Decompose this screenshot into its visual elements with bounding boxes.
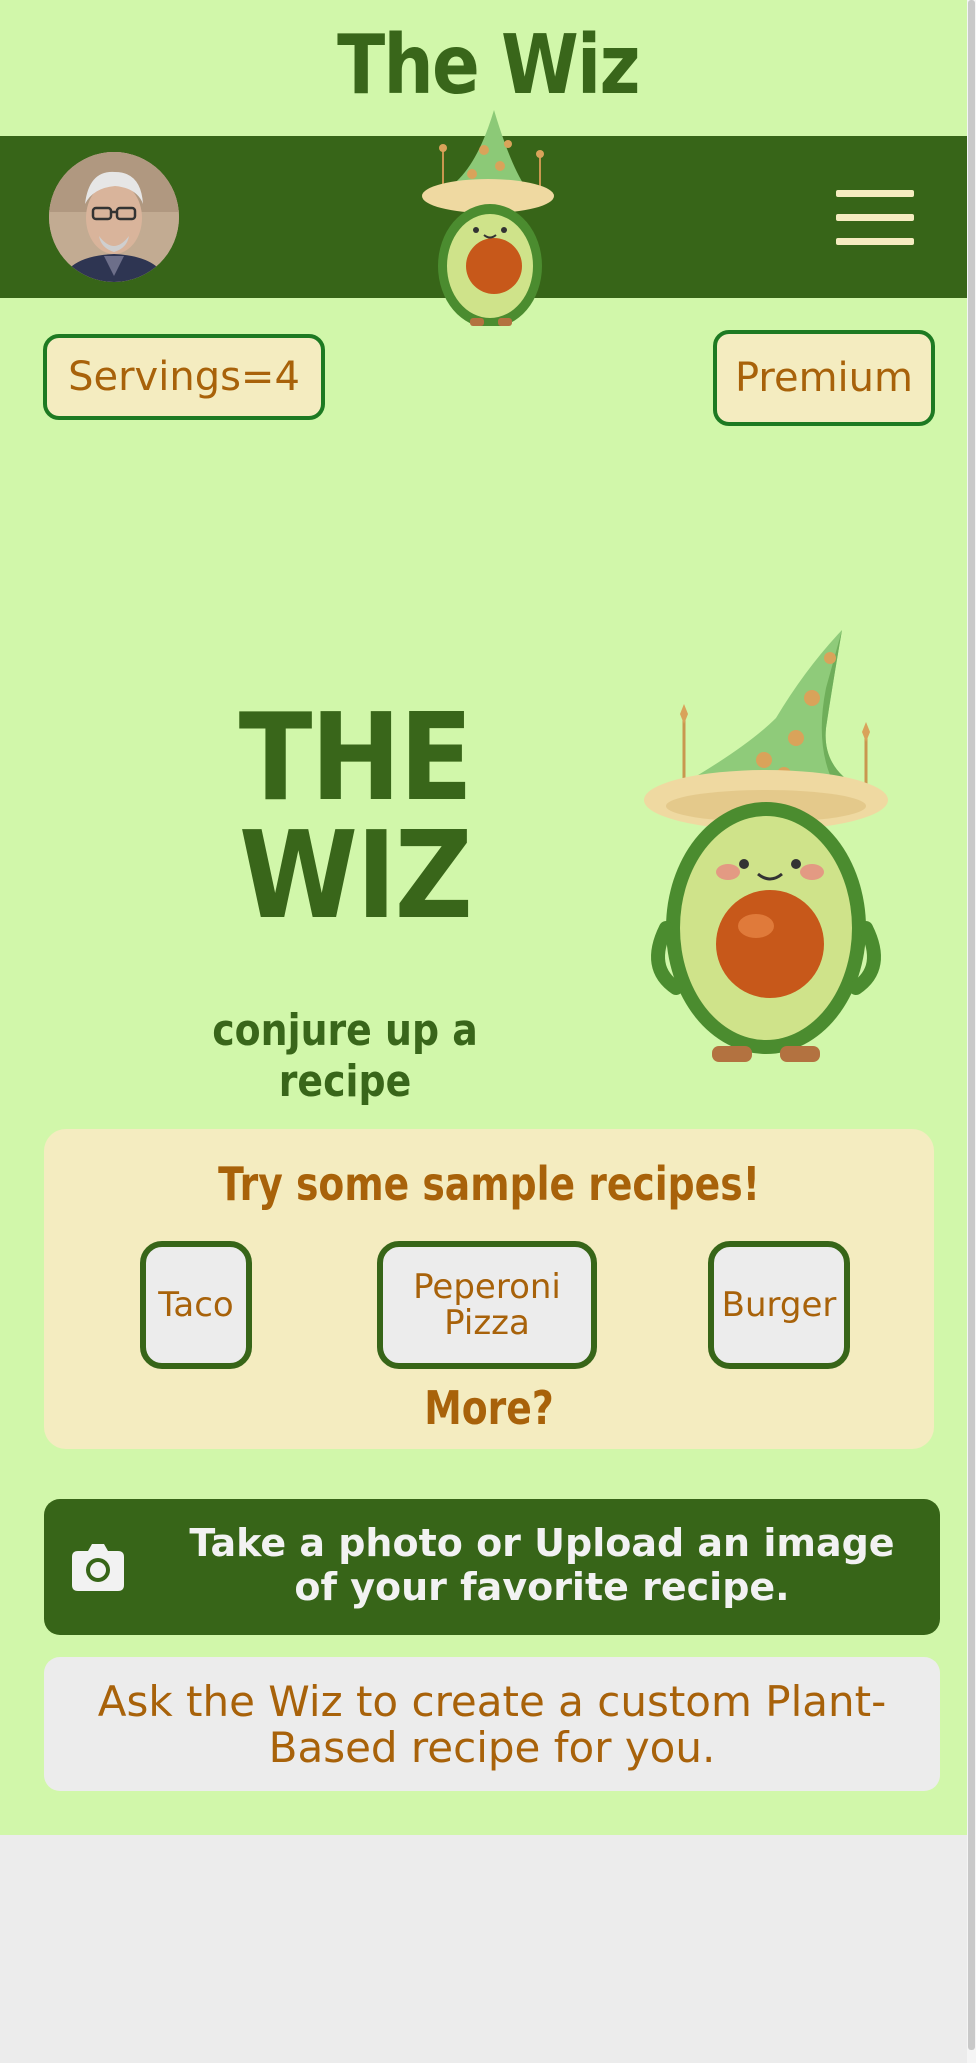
sample-recipe-peperoni-pizza[interactable]: Peperoni Pizza [377,1241,597,1369]
header-mascot-icon [422,110,554,326]
upload-photo-label: Take a photo or Upload an image of your … [189,1521,895,1609]
avocado-wizard-mascot-icon [644,630,888,1062]
sample-recipe-burger[interactable]: Burger [708,1241,850,1369]
hero-title-line-2: WIZ [238,807,473,946]
sample-recipes-card: Try some sample recipes! Taco Peperoni P… [44,1129,934,1449]
more-recipes-link[interactable]: More? [124,1381,854,1435]
hamburger-menu-icon[interactable] [836,190,914,246]
hero-tagline: conjure up a recipe [212,1005,478,1107]
avatar[interactable] [49,152,179,282]
app-title: The Wiz [337,18,640,113]
servings-button[interactable]: Servings=4 [43,334,325,420]
menu-line [836,238,914,245]
hero-title-line-1: THE [238,689,473,828]
custom-recipe-button[interactable]: Ask the Wiz to create a custom Plant-Bas… [44,1657,940,1791]
avatar-photo-icon [49,152,179,282]
sample-recipes-heading: Try some sample recipes! [218,1157,760,1211]
hero-title: THE WIZ [220,689,490,946]
scrollbar-thumb[interactable] [968,0,975,2050]
app-screen: The Wiz Servings=4 Premium THE WIZ conju… [0,0,976,1835]
sample-recipe-taco[interactable]: Taco [140,1241,252,1369]
menu-line [836,214,914,221]
upload-photo-button[interactable]: Take a photo or Upload an image of your … [44,1499,940,1635]
camera-icon [72,1544,124,1591]
premium-button[interactable]: Premium [713,330,935,426]
menu-line [836,190,914,197]
custom-recipe-label: Ask the Wiz to create a custom Plant-Bas… [97,1677,887,1772]
